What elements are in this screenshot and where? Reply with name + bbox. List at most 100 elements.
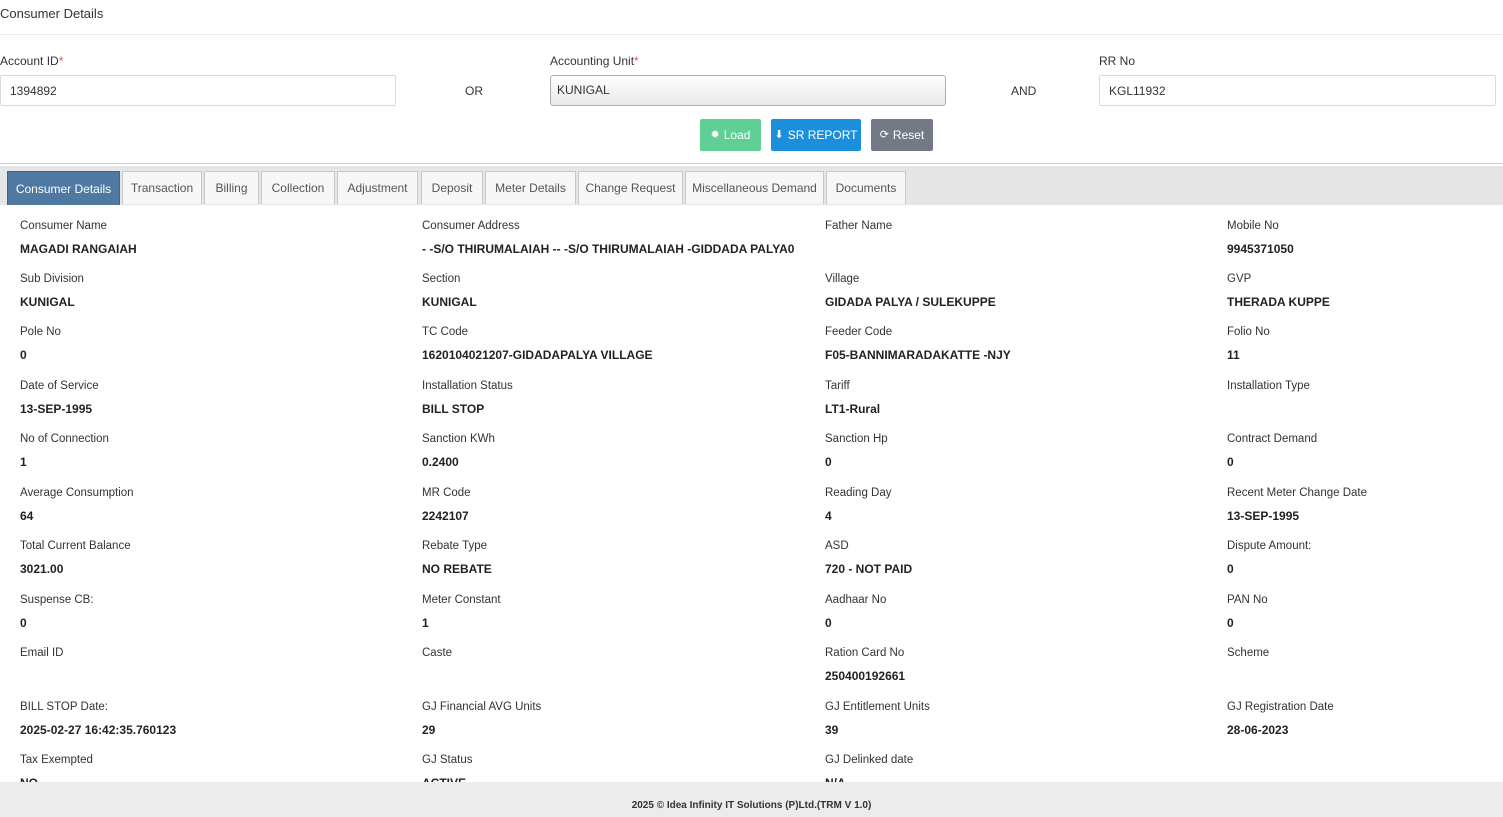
field-label: Date of Service — [20, 380, 99, 392]
field-label: Tariff — [825, 380, 850, 392]
tab-meter-details[interactable]: Meter Details — [485, 171, 576, 204]
required-mark: * — [634, 54, 639, 68]
field-value: 28-06-2023 — [1227, 723, 1289, 737]
load-button[interactable]: ✹ Load — [700, 119, 761, 151]
field-value: 2025-02-27 16:42:35.760123 — [20, 723, 177, 737]
field-label: BILL STOP Date: — [20, 701, 109, 713]
field-father-name: Father Name — [825, 220, 1215, 256]
tab-adjustment[interactable]: Adjustment — [337, 171, 418, 204]
title-divider — [0, 34, 1503, 35]
field-label: Rebate Type — [422, 540, 488, 552]
field-reading-day: Reading Day 4 — [825, 487, 1215, 523]
field-recent-meter-change-date: Recent Meter Change Date 13-SEP-1995 — [1227, 487, 1503, 523]
field-tc-code: TC Code 1620104021207-GIDADAPALYA VILLAGE — [422, 326, 812, 362]
field-label: Village — [825, 273, 860, 285]
field-value: 1 — [20, 455, 27, 469]
tab-label: Meter Details — [495, 181, 566, 195]
tab-label: Billing — [215, 181, 248, 195]
tab-deposit[interactable]: Deposit — [421, 171, 483, 204]
field-label: MR Code — [422, 487, 471, 499]
field-dispute-amount: Dispute Amount: 0 — [1227, 540, 1503, 576]
tab-collection[interactable]: Collection — [261, 171, 335, 204]
field-value: 720 - NOT PAID — [825, 562, 913, 576]
field-label: Installation Type — [1227, 380, 1310, 392]
field-contract-demand: Contract Demand 0 — [1227, 433, 1503, 469]
accounting-unit-label: Accounting Unit* — [550, 54, 639, 68]
field-village: Village GIDADA PALYA / SULEKUPPE — [825, 273, 1215, 309]
field-value: 0 — [20, 348, 27, 362]
field-label: Consumer Address — [422, 220, 520, 232]
tab-label: Adjustment — [347, 181, 408, 195]
field-label: Ration Card No — [825, 647, 905, 659]
field-label: Reading Day — [825, 487, 892, 499]
field-value: 9945371050 — [1227, 242, 1294, 256]
field-aadhaar-no: Aadhaar No 0 — [825, 594, 1215, 630]
field-label: Folio No — [1227, 326, 1270, 338]
refresh-icon: ⟳ — [879, 128, 889, 141]
footer: 2025 © Idea Infinity IT Solutions (P)Ltd… — [0, 782, 1503, 817]
field-gj-registration-date: GJ Registration Date 28-06-2023 — [1227, 701, 1503, 737]
rr-no-label: RR No — [1099, 54, 1135, 68]
sr-report-button[interactable]: ⬇ SR REPORT — [771, 119, 861, 151]
accounting-unit-label-text: Accounting Unit — [550, 54, 635, 68]
field-value: 39 — [825, 723, 839, 737]
field-bill-stop-date: BILL STOP Date: 2025-02-27 16:42:35.76012… — [20, 701, 410, 737]
field-label: GJ Financial AVG Units — [422, 701, 542, 713]
field-label: Father Name — [825, 220, 893, 232]
field-caste: Caste — [422, 647, 812, 683]
field-gj-delinked-date: GJ Delinked dateN/A — [825, 754, 1215, 782]
field-value — [1227, 669, 1503, 683]
rr-no-input[interactable] — [1099, 75, 1496, 106]
field-label: Aadhaar No — [825, 594, 887, 606]
tab-documents[interactable]: Documents — [826, 171, 906, 204]
reset-button[interactable]: ⟳ Reset — [871, 119, 933, 151]
field-value: 0 — [1227, 562, 1234, 576]
field-value: GIDADA PALYA / SULEKUPPE — [825, 295, 996, 309]
field-mr-code: MR Code 2242107 — [422, 487, 812, 523]
page-title: Consumer Details — [0, 6, 104, 21]
field-label: Pole No — [20, 326, 61, 338]
field-value: BILL STOP — [422, 402, 485, 416]
field-average-consumption: Average Consumption 64 — [20, 487, 410, 523]
field-value: 13-SEP-1995 — [20, 402, 93, 416]
rr-no-label-text: RR No — [1099, 54, 1136, 68]
tab-label: Miscellaneous Demand — [692, 181, 817, 195]
field-scheme: Scheme — [1227, 647, 1503, 683]
account-id-input[interactable] — [0, 75, 396, 106]
field-label: GJ Delinked date — [825, 754, 914, 766]
field-no-of-connection: No of Connection 1 — [20, 433, 410, 469]
field-ration-card-no: Ration Card No 250400192661 — [825, 647, 1215, 683]
field-value: KUNIGAL — [20, 295, 75, 309]
field-label: Suspense CB: — [20, 594, 94, 606]
field-label: PAN No — [1227, 594, 1268, 606]
field-consumer-address: Consumer Address - -S/O THIRUMALAIAH -- -… — [422, 220, 812, 256]
consumer-details-panel: Consumer Name MAGADI RANGAIAH Consumer Add… — [0, 205, 1503, 782]
field-label: Average Consumption — [20, 487, 134, 499]
required-mark: * — [58, 54, 64, 68]
arrow-circle-down-icon: ⬇ — [774, 128, 784, 141]
field-sanction-hp: Sanction Hp 0 — [825, 433, 1215, 469]
field-value: LT1-Rural — [825, 402, 881, 416]
field-label: Recent Meter Change Date — [1227, 487, 1367, 499]
field-meter-constant: Meter Constant 1 — [422, 594, 812, 630]
field-label: GVP — [1227, 273, 1252, 285]
tab-miscellaneous-demand[interactable]: Miscellaneous Demand — [685, 171, 824, 204]
accounting-unit-select[interactable]: KUNIGAL — [550, 75, 946, 106]
field-value: 1620104021207-GIDADAPALYA VILLAGE — [422, 348, 653, 362]
field-gvp: GVP THERADA KUPPE — [1227, 273, 1503, 309]
tab-billing[interactable]: Billing — [204, 171, 259, 204]
field-tax-exempted: Tax ExemptedNO — [20, 754, 410, 782]
tab-consumer-details[interactable]: Consumer Details — [7, 171, 120, 205]
field-gj-status: GJ StatusACTIVE — [422, 754, 812, 782]
tab-transaction[interactable]: Transaction — [122, 171, 202, 204]
field-label: Total Current Balance — [20, 540, 131, 552]
field-value: 250400192661 — [825, 669, 906, 683]
field-label: Sub Division — [20, 273, 84, 285]
field-value: 0 — [825, 455, 832, 469]
field-label: GJ Status — [422, 754, 473, 766]
tab-change-request[interactable]: Change Request — [578, 171, 683, 204]
field-asd: ASD 720 - NOT PAID — [825, 540, 1215, 576]
or-text: OR — [465, 84, 483, 98]
field-mobile-no: Mobile No 9945371050 — [1227, 220, 1503, 256]
field-value: 0 — [20, 616, 27, 630]
